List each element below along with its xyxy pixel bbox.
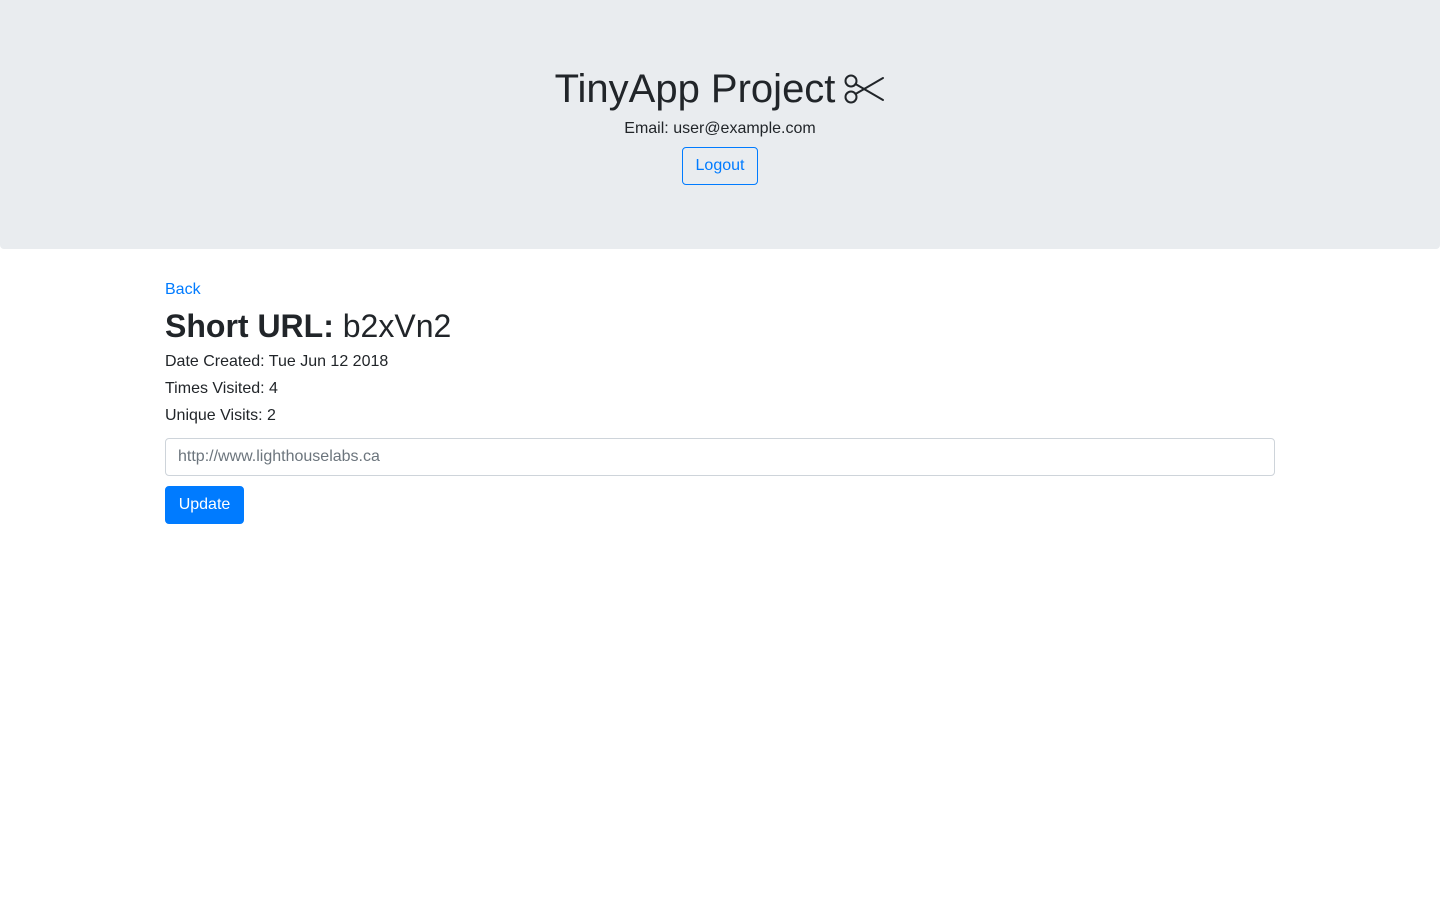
times-visited: Times Visited: 4 xyxy=(165,380,278,397)
logout-button[interactable]: Logout xyxy=(682,147,758,185)
header-jumbotron: TinyApp Project Email: user@example.com … xyxy=(0,0,1440,249)
app-title: TinyApp Project xyxy=(0,64,1440,114)
short-url-value: b2xVn2 xyxy=(342,308,452,344)
user-email-line: Email: user@example.com xyxy=(0,118,1440,140)
app-title-text: TinyApp Project xyxy=(554,67,836,111)
scissors-icon xyxy=(844,74,885,104)
long-url-input[interactable] xyxy=(165,438,1275,476)
url-detail-container: Back Short URL: b2xVn2 Date Created: Tue… xyxy=(165,278,1275,524)
email-label: Email: xyxy=(624,120,669,137)
back-link[interactable]: Back xyxy=(165,278,201,302)
unique-visits: Unique Visits: 2 xyxy=(165,407,276,424)
update-button[interactable]: Update xyxy=(165,486,244,524)
user-email: user@example.com xyxy=(673,120,816,137)
short-url-label: Short URL: xyxy=(165,308,334,344)
short-url-heading: Short URL: b2xVn2 xyxy=(165,306,1275,346)
date-created: Date Created: Tue Jun 12 2018 xyxy=(165,353,389,370)
